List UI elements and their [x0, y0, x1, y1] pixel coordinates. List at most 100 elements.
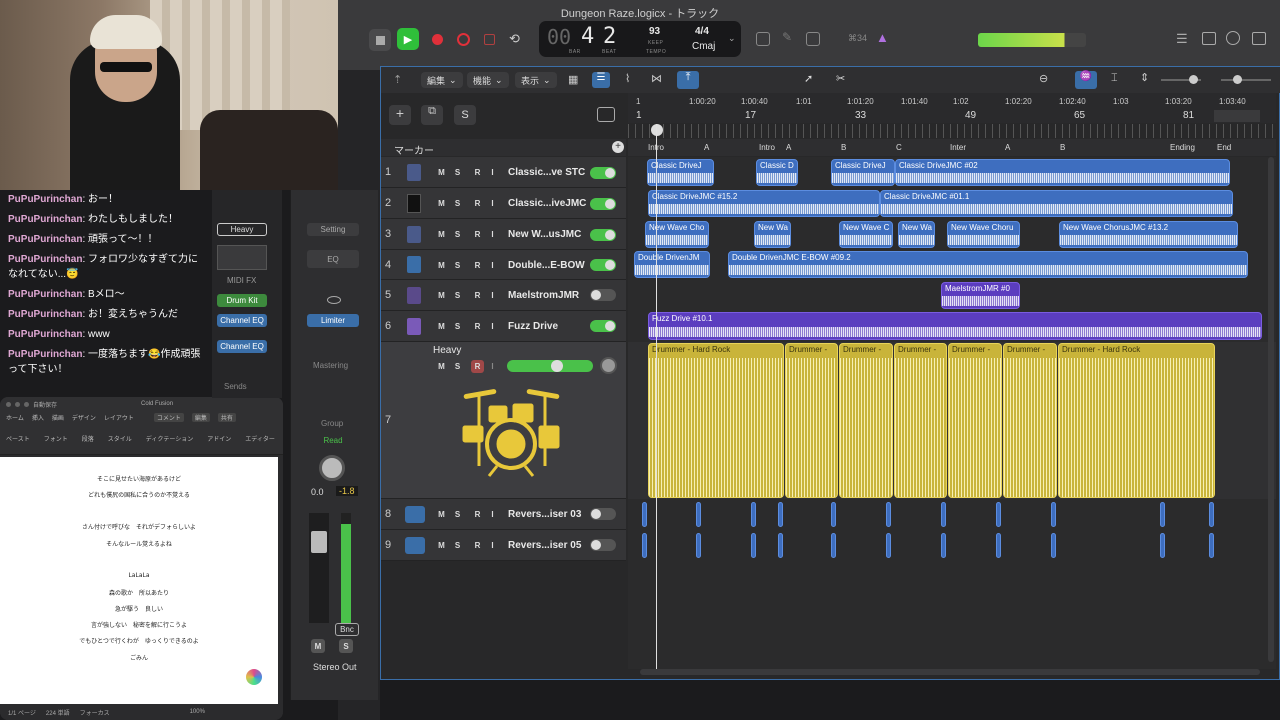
- input-monitor-button[interactable]: I: [486, 508, 499, 521]
- audio-region-small[interactable]: [941, 502, 946, 527]
- input-monitor-button[interactable]: I: [486, 360, 499, 373]
- audio-region-small[interactable]: [642, 502, 647, 527]
- track-height-icon[interactable]: ⇕: [1140, 71, 1149, 84]
- record-enable-button[interactable]: R: [471, 360, 484, 373]
- solo-button[interactable]: S: [451, 166, 464, 179]
- back-arrow-icon[interactable]: ⇡: [393, 73, 402, 86]
- lcd-display[interactable]: 00 4 2 BAR BEAT 93 KEEP TEMPO 4/4 Cmaj ⌄: [539, 21, 741, 57]
- ribbon-style[interactable]: スタイル: [108, 434, 132, 443]
- track-on-toggle[interactable]: [590, 539, 616, 551]
- limiter-plugin[interactable]: Limiter: [307, 314, 359, 327]
- browser-icon[interactable]: [1202, 32, 1216, 45]
- zoom-level[interactable]: 100%: [190, 709, 205, 715]
- track-on-toggle[interactable]: [590, 259, 616, 271]
- global-solo-button[interactable]: S: [454, 105, 476, 125]
- link-icon[interactable]: [327, 296, 341, 304]
- marker-ending[interactable]: Ending: [1170, 143, 1195, 152]
- audio-region[interactable]: New Wa: [898, 221, 935, 248]
- pointer-tool-icon[interactable]: ➚: [804, 72, 813, 85]
- track-header[interactable]: 5 M S R I MaelstromJMR: [381, 280, 626, 311]
- solo-button[interactable]: S: [451, 320, 464, 333]
- automation-read[interactable]: Read: [307, 434, 359, 447]
- list-view-icon[interactable]: ☰: [592, 72, 610, 88]
- audio-region-small[interactable]: [941, 533, 946, 558]
- audio-region[interactable]: MaelstromJMR #0: [941, 282, 1020, 309]
- library-icon[interactable]: [1252, 32, 1266, 45]
- mute-button[interactable]: M: [435, 166, 448, 179]
- pencil-icon[interactable]: ✎: [782, 30, 792, 44]
- record-enable-button[interactable]: R: [471, 320, 484, 333]
- pan-knob[interactable]: [600, 357, 617, 374]
- track-on-toggle[interactable]: [590, 229, 616, 241]
- record-enable-button[interactable]: R: [471, 259, 484, 272]
- cycle-icon[interactable]: ⟲: [509, 31, 520, 47]
- audio-region-small[interactable]: [1160, 533, 1165, 558]
- horizontal-zoom-thumb[interactable]: [1233, 75, 1242, 84]
- record-enable-button[interactable]: R: [471, 508, 484, 521]
- function-menu[interactable]: 機能 ⌄: [467, 72, 509, 88]
- track-name[interactable]: Revers...iser 05: [508, 540, 581, 551]
- solo-button[interactable]: S: [451, 259, 464, 272]
- play-button[interactable]: ▶: [397, 28, 419, 50]
- ribbon-dictation[interactable]: ディクテーション: [146, 434, 193, 443]
- audio-region[interactable]: Classic DriveJMC #15.2: [648, 190, 880, 217]
- audio-region[interactable]: New Wave C: [839, 221, 893, 248]
- track-name[interactable]: Fuzz Drive: [508, 321, 558, 332]
- audio-region-small[interactable]: [751, 502, 756, 527]
- mute-button[interactable]: M: [311, 639, 325, 653]
- ribbon-editor[interactable]: エディター: [245, 434, 275, 443]
- audio-region-small[interactable]: [996, 502, 1001, 527]
- stop-button[interactable]: [369, 29, 391, 51]
- vertical-zoom-icon[interactable]: ⌶: [1111, 72, 1118, 85]
- audio-region-small[interactable]: [778, 502, 783, 527]
- input-monitor-button[interactable]: I: [486, 539, 499, 552]
- scissors-tool-icon[interactable]: ✂: [836, 72, 845, 85]
- track-header[interactable]: 3 M S R I New W...usJMC: [381, 219, 626, 250]
- marker-intro[interactable]: Intro: [759, 143, 775, 152]
- drummer-region[interactable]: Drummer -: [839, 343, 893, 498]
- view-menu[interactable]: 表示 ⌄: [515, 72, 557, 88]
- record-enable-button[interactable]: R: [471, 289, 484, 302]
- input-monitor-button[interactable]: I: [486, 166, 499, 179]
- audio-region-small[interactable]: [831, 533, 836, 558]
- add-marker-icon[interactable]: +: [612, 141, 624, 153]
- replace-record-icon[interactable]: [457, 33, 470, 46]
- track-header[interactable]: 1 M S R I Classic...ve STC: [381, 157, 626, 188]
- input-monitor-button[interactable]: I: [486, 228, 499, 241]
- mute-button[interactable]: M: [435, 360, 448, 373]
- audio-region[interactable]: New Wave ChorusJMC #13.2: [1059, 221, 1238, 248]
- audio-region[interactable]: Classic DriveJMC #02: [895, 159, 1230, 186]
- audio-region-small[interactable]: [751, 533, 756, 558]
- drummer-region[interactable]: Drummer -: [948, 343, 1002, 498]
- audio-region-small[interactable]: [886, 533, 891, 558]
- record-enable-button[interactable]: R: [471, 228, 484, 241]
- record-icon[interactable]: [432, 34, 443, 45]
- tab-design[interactable]: デザイン: [72, 413, 96, 422]
- track-on-toggle[interactable]: [590, 167, 616, 179]
- tab-draw[interactable]: 描画: [52, 413, 64, 422]
- track-name[interactable]: Classic...ve STC: [508, 167, 585, 178]
- metronome-icon[interactable]: ▲: [876, 30, 889, 45]
- marker-c[interactable]: C: [896, 143, 902, 152]
- solo-button[interactable]: S: [451, 508, 464, 521]
- vertical-scrollbar[interactable]: [1268, 157, 1274, 662]
- ribbon-paste[interactable]: ペースト: [6, 434, 30, 443]
- setting-button[interactable]: Setting: [307, 223, 359, 236]
- mute-button[interactable]: M: [435, 228, 448, 241]
- eq-thumbnail[interactable]: [217, 245, 267, 270]
- track-name[interactable]: Double...E-BOW: [508, 260, 585, 271]
- mute-button[interactable]: M: [435, 197, 448, 210]
- waveform-icon[interactable]: ♒: [1075, 71, 1097, 89]
- notepad-icon[interactable]: [806, 32, 820, 46]
- track-name[interactable]: Revers...iser 03: [508, 509, 581, 520]
- edit-menu[interactable]: 編集 ⌄: [421, 72, 463, 88]
- track-name[interactable]: New W...usJMC: [508, 229, 581, 240]
- input-monitor-button[interactable]: I: [486, 259, 499, 272]
- track-name[interactable]: Classic...iveJMC: [508, 198, 586, 209]
- track-header[interactable]: 4 M S R I Double...E-BOW: [381, 250, 626, 280]
- share-button[interactable]: 共有: [217, 412, 236, 422]
- preset-button[interactable]: Heavy: [217, 223, 267, 236]
- input-monitor-button[interactable]: I: [486, 197, 499, 210]
- grid-view-icon[interactable]: ▦: [568, 73, 582, 87]
- eq-button[interactable]: EQ: [307, 250, 359, 268]
